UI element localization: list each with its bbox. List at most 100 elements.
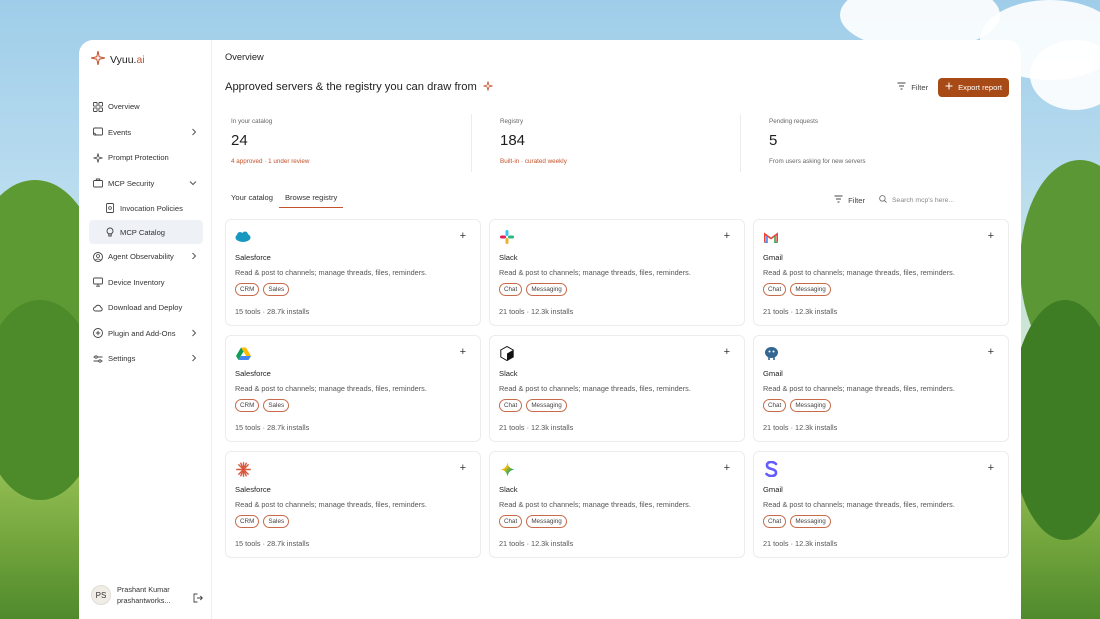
sidebar-item-mcp-security[interactable]: MCP Security — [89, 171, 203, 197]
sidebar-item-label: Device Inventory — [108, 277, 165, 287]
server-card[interactable]: + Slack Read & post to channels; manage … — [489, 219, 745, 326]
stat-value: 24 — [231, 132, 248, 149]
sidebar-item-agent-observability[interactable]: Agent Observability — [89, 244, 203, 270]
sidebar-item-invocation-policies[interactable]: Invocation Policies — [89, 196, 203, 220]
sidebar-item-label: MCP Security — [108, 178, 155, 188]
card-description: Read & post to channels; manage threads,… — [763, 384, 955, 393]
add-server-button[interactable]: + — [460, 230, 466, 242]
slack-logo-icon — [499, 229, 515, 245]
stat-label: Pending requests — [769, 118, 819, 125]
tag: CRM — [235, 283, 260, 296]
card-title: Salesforce — [235, 485, 271, 494]
filter-button-label: Filter — [848, 195, 865, 205]
sidebar-item-label: Prompt Protection — [108, 153, 169, 163]
filter-button[interactable]: Filter — [897, 82, 928, 92]
sidebar-item-plugin-and-add-ons[interactable]: Plugin and Add-Ons — [89, 321, 203, 347]
card-title: Slack — [499, 369, 518, 378]
tag: CRM — [235, 399, 260, 412]
header-row: Approved servers & the registry you can … — [225, 77, 1009, 97]
sidebar-item-events[interactable]: Events — [89, 120, 203, 146]
server-card[interactable]: + Slack Read & post to channels; manage … — [489, 451, 745, 558]
server-card[interactable]: + Salesforce Read & post to channels; ma… — [225, 219, 481, 326]
export-report-button[interactable]: Export report — [938, 77, 1009, 97]
cloud-icon — [93, 303, 103, 313]
tab-your-catalog[interactable]: Your catalog — [225, 193, 279, 208]
sidebar-nav: Overview Events Prompt Protection MCP Se… — [89, 94, 203, 372]
sidebar-item-label: Plugin and Add-Ons — [108, 328, 176, 338]
chevron-right-icon — [191, 354, 197, 364]
tag: Messaging — [790, 283, 831, 296]
sidebar-item-overview[interactable]: Overview — [89, 94, 203, 120]
sidebar-item-download-and-deploy[interactable]: Download and Deploy — [89, 295, 203, 321]
tag: Chat — [763, 515, 787, 528]
add-server-button[interactable]: + — [988, 230, 994, 242]
card-meta: 21 tools · 12.3k installs — [763, 539, 838, 548]
add-server-button[interactable]: + — [988, 462, 994, 474]
stat-sub: Built-in · curated weekly — [500, 158, 567, 165]
sliders-icon — [93, 354, 103, 364]
user-profile[interactable]: PS Prashant Kumar prashantworks... — [91, 585, 203, 605]
person-icon — [93, 251, 103, 262]
card-meta: 21 tools · 12.3k installs — [499, 423, 574, 432]
document-icon — [105, 203, 115, 213]
tab-browse-registry[interactable]: Browse registry — [278, 193, 344, 208]
search-input[interactable]: Search mcp's here... — [879, 195, 1009, 205]
sidebar-item-label: Invocation Policies — [120, 203, 183, 213]
sidebar-item-prompt-protection[interactable]: Prompt Protection — [89, 145, 203, 171]
server-card[interactable]: + Slack Read & post to channels; manage … — [489, 335, 745, 442]
sidebar-item-device-inventory[interactable]: Device Inventory — [89, 270, 203, 296]
tag: Chat — [763, 399, 787, 412]
stat-registry: Registry 184 Built-in · curated weekly — [472, 114, 741, 172]
grid-icon — [93, 101, 103, 112]
starburst-logo-icon — [235, 461, 251, 477]
sparkle-icon — [483, 80, 493, 94]
add-server-button[interactable]: + — [988, 346, 994, 358]
user-name: Prashant Kumar — [117, 585, 170, 594]
tag: Messaging — [526, 283, 567, 296]
card-description: Read & post to channels; manage threads,… — [763, 268, 955, 277]
stat-value: 184 — [500, 132, 526, 149]
sidebar-item-settings[interactable]: Settings — [89, 346, 203, 372]
brand-name: Vyuu.ai — [110, 54, 145, 66]
card-meta: 21 tools · 12.3k installs — [763, 307, 838, 316]
card-description: Read & post to channels; manage threads,… — [499, 268, 691, 277]
card-description: Read & post to channels; manage threads,… — [499, 500, 691, 509]
add-server-button[interactable]: + — [724, 230, 730, 242]
page-title: Overview — [225, 52, 264, 62]
brand-logo[interactable]: Vyuu.ai — [89, 50, 203, 68]
filter-icon — [834, 195, 843, 205]
export-report-label: Export report — [958, 82, 1002, 92]
card-title: Gmail — [763, 369, 783, 378]
registry-filter-button[interactable]: Filter — [834, 195, 865, 205]
sidebar-item-label: Download and Deploy — [108, 303, 183, 313]
add-server-button[interactable]: + — [460, 462, 466, 474]
add-server-button[interactable]: + — [460, 346, 466, 358]
card-title: Salesforce — [235, 253, 271, 262]
card-title: Slack — [499, 485, 518, 494]
server-card[interactable]: + Gmail Read & post to channels; manage … — [753, 335, 1009, 442]
logout-icon[interactable] — [193, 590, 203, 608]
server-card[interactable]: + Salesforce Read & post to channels; ma… — [225, 451, 481, 558]
stat-sub: 4 approved · 1 under review — [231, 158, 310, 165]
add-server-button[interactable]: + — [724, 346, 730, 358]
card-description: Read & post to channels; manage threads,… — [235, 500, 427, 509]
google-drive-logo-icon — [235, 345, 251, 361]
sidebar-item-label: Agent Observability — [108, 252, 174, 262]
tag: Messaging — [526, 399, 567, 412]
chevron-down-icon — [189, 179, 197, 188]
card-meta: 21 tools · 12.3k installs — [763, 423, 838, 432]
stripe-logo-icon — [763, 461, 779, 477]
tag: Chat — [499, 399, 523, 412]
add-server-button[interactable]: + — [724, 462, 730, 474]
server-card[interactable]: + Gmail Read & post to channels; manage … — [753, 219, 1009, 326]
gmail-logo-icon — [763, 229, 779, 245]
tag: Messaging — [526, 515, 567, 528]
stat-label: In your catalog — [231, 118, 273, 125]
card-meta: 15 tools · 28.7k installs — [235, 423, 310, 432]
sidebar-item-mcp-catalog[interactable]: MCP Catalog — [89, 220, 203, 244]
tag: Chat — [763, 283, 787, 296]
postgres-logo-icon — [763, 345, 779, 361]
server-card[interactable]: + Salesforce Read & post to channels; ma… — [225, 335, 481, 442]
card-title: Salesforce — [235, 369, 271, 378]
server-card[interactable]: + Gmail Read & post to channels; manage … — [753, 451, 1009, 558]
